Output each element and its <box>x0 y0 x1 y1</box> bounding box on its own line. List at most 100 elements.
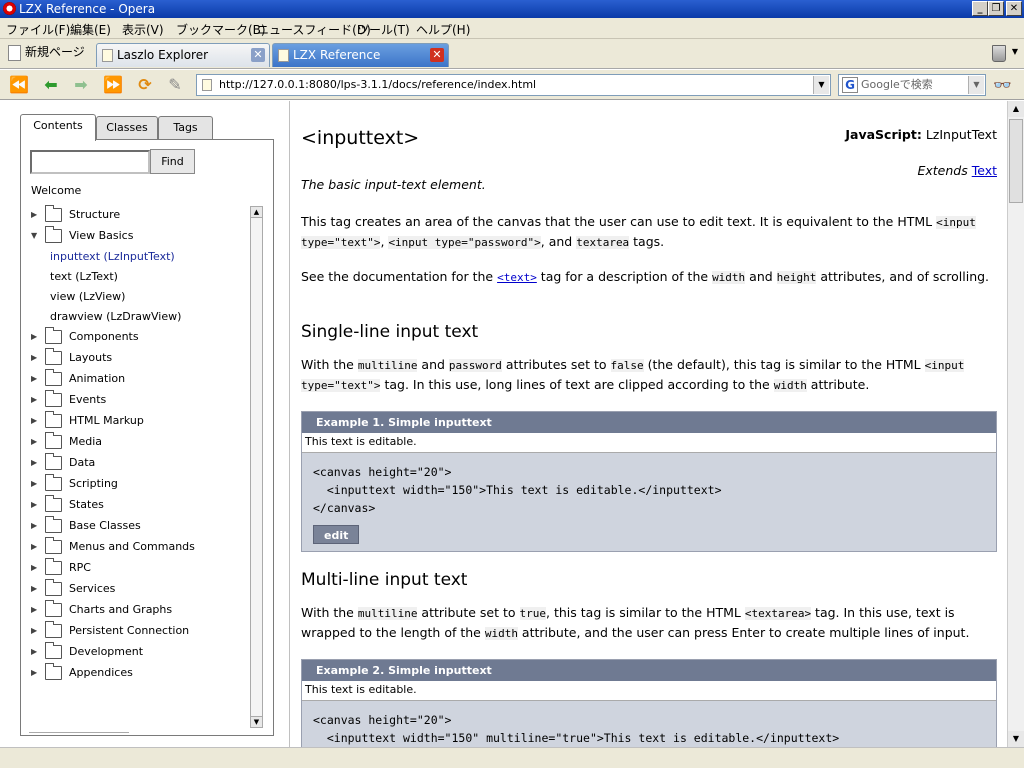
collapsed-arrow-icon[interactable]: ▶ <box>31 580 37 598</box>
tree-horizontal-scrollbar[interactable] <box>29 732 129 736</box>
collapsed-arrow-icon[interactable]: ▶ <box>31 433 37 451</box>
close-tab-icon[interactable]: ✕ <box>251 48 265 62</box>
tree-item-persistent-connection[interactable]: ▶ Persistent Connection <box>21 621 246 642</box>
trash-dropdown-icon[interactable]: ▼ <box>1012 47 1018 56</box>
document-scrollbar[interactable]: ▲ ▼ <box>1007 101 1024 747</box>
close-window-button[interactable]: ✕ <box>1006 1 1022 16</box>
collapsed-arrow-icon[interactable]: ▶ <box>31 601 37 619</box>
forward-icon[interactable]: ➡ <box>70 75 92 95</box>
collapsed-arrow-icon[interactable]: ▶ <box>31 496 37 514</box>
collapsed-arrow-icon[interactable]: ▶ <box>31 206 37 224</box>
collapsed-arrow-icon[interactable]: ▶ <box>31 412 37 430</box>
tree-item-view-basics[interactable]: ▼ View Basics <box>21 226 246 247</box>
tree-item-states[interactable]: ▶ States <box>21 495 246 516</box>
address-field[interactable]: http://127.0.0.1:8080/lps-3.1.1/docs/ref… <box>196 74 831 96</box>
tree-item-rpc[interactable]: ▶ RPC <box>21 558 246 579</box>
tree-item-label: Data <box>69 456 96 469</box>
tree-item-html-markup[interactable]: ▶ HTML Markup <box>21 411 246 432</box>
folder-icon <box>45 411 62 428</box>
collapsed-arrow-icon[interactable]: ▶ <box>31 643 37 661</box>
tree-item-animation[interactable]: ▶ Animation <box>21 369 246 390</box>
folder-icon <box>45 516 62 533</box>
paragraph-multi-line: With the multiline attribute set to true… <box>301 605 970 640</box>
folder-icon <box>45 621 62 638</box>
collapsed-arrow-icon[interactable]: ▶ <box>31 517 37 535</box>
scroll-up-icon[interactable]: ▲ <box>1008 101 1024 117</box>
example-live-inputtext[interactable]: This text is editable. <box>302 681 996 701</box>
collapsed-arrow-icon[interactable]: ▶ <box>31 349 37 367</box>
tree-item-data[interactable]: ▶ Data <box>21 453 246 474</box>
menu-bookmarks[interactable]: ブックマーク(B) <box>176 21 266 38</box>
tree-item-scripting[interactable]: ▶ Scripting <box>21 474 246 495</box>
reload-icon[interactable]: ⟳ <box>134 75 156 95</box>
scroll-up-icon[interactable]: ▲ <box>251 207 262 218</box>
restore-button[interactable]: ❐ <box>988 1 1004 16</box>
collapsed-arrow-icon[interactable]: ▶ <box>31 454 37 472</box>
tree-item-appendices[interactable]: ▶ Appendices <box>21 663 246 684</box>
menu-file[interactable]: ファイル(F) <box>6 21 70 38</box>
collapsed-arrow-icon[interactable]: ▶ <box>31 538 37 556</box>
find-button[interactable]: Find <box>150 149 195 174</box>
glasses-icon[interactable]: 👓 <box>993 76 1012 94</box>
scroll-down-icon[interactable]: ▼ <box>1008 731 1024 747</box>
menu-feeds[interactable]: ニュースフィード(D) <box>257 21 371 38</box>
page-icon <box>278 49 289 62</box>
search-field[interactable]: G Googleで検索 ▼ <box>838 74 986 96</box>
menu-view[interactable]: 表示(V) <box>122 21 164 38</box>
tree-item-development[interactable]: ▶ Development <box>21 642 246 663</box>
collapsed-arrow-icon[interactable]: ▶ <box>31 370 37 388</box>
edit-button[interactable]: edit <box>313 525 360 544</box>
tree-item-label: Animation <box>69 372 126 385</box>
tab-classes[interactable]: Classes <box>96 116 158 140</box>
collapsed-arrow-icon[interactable]: ▶ <box>31 622 37 640</box>
tab-tags[interactable]: Tags <box>158 116 213 140</box>
tab-laszlo-explorer[interactable]: Laszlo Explorer ✕ <box>96 43 270 67</box>
tree-item-base-classes[interactable]: ▶ Base Classes <box>21 516 246 537</box>
folder-icon <box>45 663 62 680</box>
collapsed-arrow-icon[interactable]: ▶ <box>31 475 37 493</box>
collapsed-arrow-icon[interactable]: ▶ <box>31 664 37 682</box>
tree-item-structure[interactable]: ▶ Structure <box>21 205 246 226</box>
tree-item-events[interactable]: ▶ Events <box>21 390 246 411</box>
find-input[interactable] <box>30 150 150 174</box>
tree-item-inputtext-lzinputtext[interactable]: inputtext (LzInputText) <box>21 248 246 268</box>
menu-edit[interactable]: 編集(E) <box>70 21 111 38</box>
expanded-arrow-icon[interactable]: ▼ <box>31 227 37 245</box>
edit-pen-icon[interactable]: ✎ <box>164 75 186 95</box>
tree-item-services[interactable]: ▶ Services <box>21 579 246 600</box>
tree-item-view-lzview[interactable]: view (LzView) <box>21 288 246 308</box>
js-label: JavaScript: <box>845 127 922 142</box>
address-dropdown-icon[interactable]: ▼ <box>813 76 829 94</box>
minimize-button[interactable]: _ <box>972 1 988 16</box>
tree-item-text-lztext[interactable]: text (LzText) <box>21 268 246 288</box>
example-live-inputtext[interactable]: This text is editable. <box>302 433 996 453</box>
tree-item-menus-and-commands[interactable]: ▶ Menus and Commands <box>21 537 246 558</box>
rewind-icon[interactable]: ⏪ <box>8 75 30 95</box>
text-tag-link[interactable]: <text> <box>497 271 537 284</box>
collapsed-arrow-icon[interactable]: ▶ <box>31 391 37 409</box>
menu-tools[interactable]: ツール(T) <box>357 21 410 38</box>
tree-scrollbar[interactable]: ▲ ▼ <box>250 206 263 728</box>
tree-item-label: Appendices <box>69 666 133 679</box>
back-icon[interactable]: ⬅ <box>40 75 62 95</box>
trash-icon[interactable] <box>992 45 1006 62</box>
tab-lzx-reference[interactable]: LZX Reference ✕ <box>272 43 449 67</box>
fast-forward-icon[interactable]: ⏩ <box>102 75 124 95</box>
collapsed-arrow-icon[interactable]: ▶ <box>31 328 37 346</box>
tab-contents[interactable]: Contents <box>20 114 96 141</box>
menu-help[interactable]: ヘルプ(H) <box>416 21 470 38</box>
tree-item-media[interactable]: ▶ Media <box>21 432 246 453</box>
welcome-link[interactable]: Welcome <box>31 184 81 197</box>
tree-item-drawview-lzdrawview[interactable]: drawview (LzDrawView) <box>21 308 246 328</box>
collapsed-arrow-icon[interactable]: ▶ <box>31 559 37 577</box>
tree-item-layouts[interactable]: ▶ Layouts <box>21 348 246 369</box>
tree-item-charts-and-graphs[interactable]: ▶ Charts and Graphs <box>21 600 246 621</box>
folder-icon <box>45 348 62 365</box>
search-dropdown-icon[interactable]: ▼ <box>968 76 984 94</box>
new-page-button[interactable]: 新規ページ <box>8 43 85 61</box>
scroll-down-icon[interactable]: ▼ <box>251 716 262 727</box>
close-tab-icon[interactable]: ✕ <box>430 48 444 62</box>
tree-item-label: States <box>69 498 104 511</box>
tree-item-components[interactable]: ▶ Components <box>21 327 246 348</box>
scroll-thumb[interactable] <box>1009 119 1023 203</box>
